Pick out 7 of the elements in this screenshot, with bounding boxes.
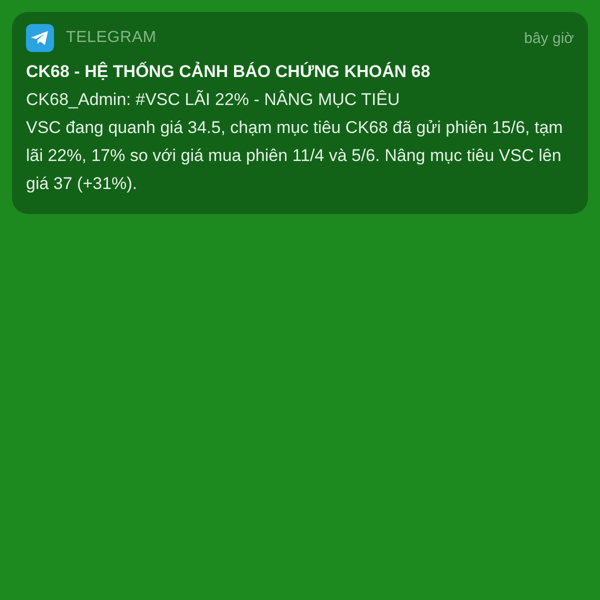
message-text: VSC đang quanh giá 34.5, chạm mục tiêu CK68 đã gửi phiên 15/6, tạm lãi 22%, 17% so với giá mua phiên 11/4 và 5/6. Nâng mục tiêu VSC lên giá 37 (+31%). [26, 117, 564, 195]
notification-title: CK68 - HỆ THỐNG CẢNH BÁO CHỨNG KHOÁN 68 [26, 62, 432, 82]
timestamp: bây giờ [524, 30, 574, 46]
notification-card[interactable] [12, 12, 588, 214]
message-text: CK68_Admin: #VSC LÃI 22% - NÂNG MỤC TIÊU [26, 89, 401, 111]
paper-plane-icon [26, 24, 54, 52]
app-name: TELEGRAM [66, 29, 158, 47]
